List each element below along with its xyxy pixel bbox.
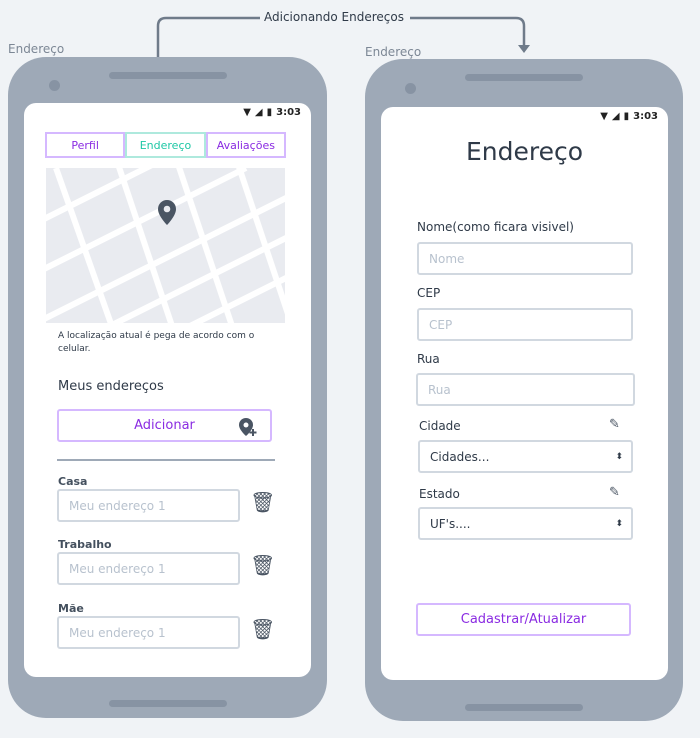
address-label-mae: Mãe (58, 602, 84, 615)
cep-input[interactable]: CEP (417, 308, 633, 341)
address-input-trabalho[interactable]: Meu endereço 1 (57, 552, 240, 585)
address-input-mae[interactable]: Meu endereço 1 (57, 616, 240, 649)
trash-icon[interactable]: 🗑 (250, 617, 275, 641)
edit-state-icon[interactable]: ✎ (609, 485, 620, 500)
state-value: UF's.... (430, 516, 471, 531)
right-phone-frame: ▼ ◢ ▮ 3:03 Endereço Nome(como ficara visiv… (365, 59, 683, 721)
speaker (109, 72, 227, 79)
flow-label: Adicionando Endereços (264, 10, 404, 24)
state-select[interactable]: UF's.... ⬍ (418, 507, 633, 540)
page-title: Endereço (465, 137, 584, 166)
trash-icon[interactable]: 🗑 (250, 490, 275, 514)
signal-icon: ◢ (611, 111, 620, 122)
camera (405, 83, 416, 94)
address-input-casa[interactable]: Meu endereço 1 (57, 489, 240, 522)
right-screen: ▼ ◢ ▮ 3:03 Endereço Nome(como ficara visiv… (381, 107, 668, 680)
signal-icon: ◢ (254, 107, 263, 118)
city-value: Cidades... (430, 449, 490, 464)
trash-icon[interactable]: 🗑 (250, 553, 275, 577)
status-bar: ▼ ◢ ▮ 3:03 (600, 111, 658, 122)
wifi-icon: ▼ (243, 107, 251, 118)
speaker (465, 74, 583, 81)
rua-label: Rua (417, 352, 440, 366)
edit-city-icon[interactable]: ✎ (609, 417, 620, 432)
battery-icon: ▮ (266, 107, 273, 118)
tab-endereco[interactable]: Endereço (125, 132, 206, 158)
address-label-trabalho: Trabalho (58, 538, 112, 551)
camera (49, 80, 60, 91)
battery-icon: ▮ (623, 111, 630, 122)
clock: 3:03 (633, 111, 658, 122)
city-select[interactable]: Cidades... ⬍ (418, 440, 633, 473)
address-label-casa: Casa (58, 475, 88, 488)
section-title: Meus endereços (58, 379, 164, 394)
city-label: Cidade (419, 419, 461, 433)
add-label: Adicionar (134, 418, 195, 433)
name-label: Nome(como ficara visivel) (417, 220, 574, 234)
status-bar: ▼ ◢ ▮ 3:03 (243, 107, 301, 118)
tab-bar: Perfil Endereço Avaliações (45, 132, 286, 158)
rua-input[interactable]: Rua (416, 373, 635, 406)
left-caption: Endereço (8, 42, 65, 56)
map-note: A localização atual é pega de acordo com… (58, 331, 255, 354)
submit-button[interactable]: Cadastrar/Atualizar (416, 603, 631, 636)
clock: 3:03 (276, 107, 301, 118)
cep-label: CEP (417, 286, 441, 300)
add-location-icon (239, 418, 257, 436)
map[interactable] (46, 168, 285, 323)
left-phone-frame: ▼ ◢ ▮ 3:03 Perfil Endereço Avaliações A lo… (8, 57, 327, 718)
state-label: Estado (419, 487, 460, 501)
name-input[interactable]: Nome (417, 242, 633, 275)
left-screen: ▼ ◢ ▮ 3:03 Perfil Endereço Avaliações A lo… (24, 103, 311, 677)
select-arrows-icon: ⬍ (615, 451, 623, 462)
add-address-button[interactable]: Adicionar (57, 409, 272, 442)
home-bar (465, 704, 583, 711)
right-caption: Endereço (365, 45, 422, 59)
tab-avaliacoes[interactable]: Avaliações (205, 132, 286, 158)
select-arrows-icon: ⬍ (615, 518, 623, 529)
home-bar (109, 700, 227, 707)
tab-perfil[interactable]: Perfil (45, 132, 126, 158)
divider (57, 459, 275, 461)
wifi-icon: ▼ (600, 111, 608, 122)
